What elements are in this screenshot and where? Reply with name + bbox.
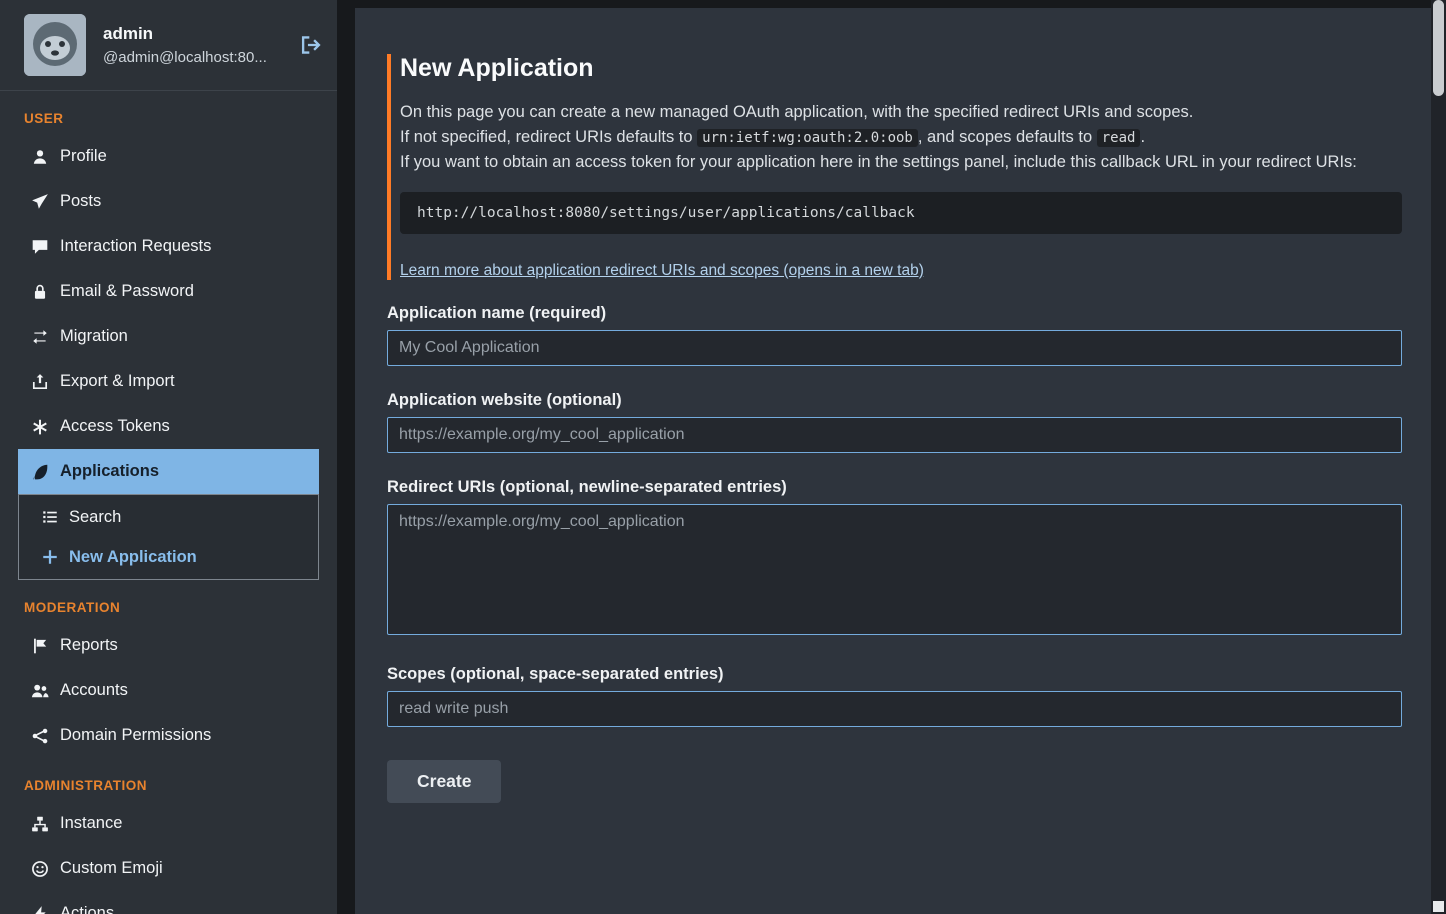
sidebar-item-instance[interactable]: Instance bbox=[18, 801, 319, 846]
asterisk-icon bbox=[30, 418, 50, 436]
sidebar-item-label: Domain Permissions bbox=[60, 726, 211, 745]
vertical-scrollbar[interactable] bbox=[1431, 0, 1446, 914]
flag-icon bbox=[30, 637, 50, 655]
form-group-scopes: Scopes (optional, space-separated entrie… bbox=[387, 665, 1402, 727]
scrollbar-thumb[interactable] bbox=[1433, 0, 1444, 96]
create-button[interactable]: Create bbox=[387, 760, 501, 803]
nav-user: Profile Posts Interaction Requests Email… bbox=[18, 134, 319, 494]
avatar bbox=[24, 14, 86, 76]
intro-line2-mid: , and scopes defaults to bbox=[918, 128, 1097, 146]
main-content: New Application On this page you can cre… bbox=[355, 8, 1431, 914]
comment-icon bbox=[30, 238, 50, 256]
sidebar-item-label: Reports bbox=[60, 636, 118, 655]
sidebar-item-new-application[interactable]: New Application bbox=[19, 537, 318, 577]
sidebar-item-label: Interaction Requests bbox=[60, 237, 211, 256]
section-title-administration: ADMINISTRATION bbox=[24, 778, 337, 793]
callback-url-code-block: http://localhost:8080/settings/user/appl… bbox=[400, 192, 1402, 234]
sidebar-item-domain-permissions[interactable]: Domain Permissions bbox=[18, 713, 319, 758]
form-group-website: Application website (optional) bbox=[387, 391, 1402, 453]
sidebar-gap bbox=[337, 0, 355, 914]
sidebar-item-label: Migration bbox=[60, 327, 128, 346]
sidebar-item-reports[interactable]: Reports bbox=[18, 623, 319, 668]
form-group-name: Application name (required) bbox=[387, 304, 1402, 366]
sidebar-item-label: Actions bbox=[60, 904, 114, 914]
transfer-arrows-icon bbox=[30, 328, 50, 346]
sidebar-item-label: Posts bbox=[60, 192, 101, 211]
sidebar-item-label: Export & Import bbox=[60, 372, 175, 391]
application-name-label: Application name (required) bbox=[387, 304, 1402, 323]
inline-code-oob: urn:ietf:wg:oauth:2.0:oob bbox=[697, 129, 918, 147]
section-title-moderation: MODERATION bbox=[24, 600, 337, 615]
nav-moderation: Reports Accounts Domain Permissions bbox=[18, 623, 319, 758]
user-card[interactable]: admin @admin@localhost:80... bbox=[0, 0, 337, 91]
intro-line2-post: . bbox=[1140, 128, 1145, 146]
application-name-input[interactable] bbox=[387, 330, 1402, 366]
sidebar: admin @admin@localhost:80... USER Profil… bbox=[0, 0, 337, 914]
section-title-user: USER bbox=[24, 111, 337, 126]
sidebar-item-migration[interactable]: Migration bbox=[18, 314, 319, 359]
application-website-input[interactable] bbox=[387, 417, 1402, 453]
applications-submenu: Search New Application bbox=[18, 494, 319, 580]
sidebar-item-label: Access Tokens bbox=[60, 417, 170, 436]
sidebar-item-access-tokens[interactable]: Access Tokens bbox=[18, 404, 319, 449]
user-icon bbox=[30, 148, 50, 166]
new-application-form: Application name (required) Application … bbox=[387, 304, 1402, 803]
share-nodes-icon bbox=[30, 727, 50, 745]
sidebar-item-profile[interactable]: Profile bbox=[18, 134, 319, 179]
inline-code-read: read bbox=[1097, 129, 1141, 147]
sidebar-item-applications[interactable]: Applications bbox=[18, 449, 319, 494]
sitemap-icon bbox=[30, 815, 50, 833]
lock-icon bbox=[30, 283, 50, 301]
sidebar-item-label: Applications bbox=[60, 462, 159, 481]
scrollbar-corner bbox=[1433, 901, 1444, 912]
sidebar-item-accounts[interactable]: Accounts bbox=[18, 668, 319, 713]
export-icon bbox=[30, 373, 50, 391]
redirect-uris-label: Redirect URIs (optional, newline-separat… bbox=[387, 478, 1402, 497]
intro-line2-pre: If not specified, redirect URIs defaults… bbox=[400, 128, 697, 146]
sidebar-item-email-password[interactable]: Email & Password bbox=[18, 269, 319, 314]
sidebar-item-custom-emoji[interactable]: Custom Emoji bbox=[18, 846, 319, 891]
page-title: New Application bbox=[400, 54, 1402, 83]
user-info: admin @admin@localhost:80... bbox=[103, 24, 267, 66]
smiley-icon bbox=[30, 860, 50, 878]
sidebar-item-label: Search bbox=[69, 508, 121, 527]
sidebar-item-label: New Application bbox=[69, 548, 197, 567]
scopes-input[interactable] bbox=[387, 691, 1402, 727]
intro-section: New Application On this page you can cre… bbox=[387, 54, 1402, 280]
sidebar-item-applications-search[interactable]: Search bbox=[19, 497, 318, 537]
paper-plane-icon bbox=[30, 193, 50, 211]
intro-line2: If not specified, redirect URIs defaults… bbox=[400, 125, 1402, 151]
sidebar-item-label: Instance bbox=[60, 814, 122, 833]
application-website-label: Application website (optional) bbox=[387, 391, 1402, 410]
user-handle: @admin@localhost:80... bbox=[103, 49, 267, 66]
feather-icon bbox=[30, 463, 50, 481]
users-icon bbox=[30, 682, 50, 700]
sidebar-item-label: Email & Password bbox=[60, 282, 194, 301]
sidebar-item-posts[interactable]: Posts bbox=[18, 179, 319, 224]
bolt-icon bbox=[30, 905, 50, 914]
sidebar-item-actions[interactable]: Actions bbox=[18, 891, 319, 914]
logout-icon[interactable] bbox=[299, 34, 321, 56]
learn-more-link[interactable]: Learn more about application redirect UR… bbox=[400, 262, 924, 280]
sidebar-item-label: Custom Emoji bbox=[60, 859, 163, 878]
nav-administration: Instance Custom Emoji Actions bbox=[18, 801, 319, 914]
user-name: admin bbox=[103, 24, 267, 44]
plus-icon bbox=[41, 548, 59, 566]
intro-line3: If you want to obtain an access token fo… bbox=[400, 150, 1402, 175]
sidebar-item-label: Accounts bbox=[60, 681, 128, 700]
scopes-label: Scopes (optional, space-separated entrie… bbox=[387, 665, 1402, 684]
sidebar-item-export-import[interactable]: Export & Import bbox=[18, 359, 319, 404]
form-group-redirect-uris: Redirect URIs (optional, newline-separat… bbox=[387, 478, 1402, 640]
intro-line1: On this page you can create a new manage… bbox=[400, 100, 1402, 125]
list-icon bbox=[41, 508, 59, 526]
sidebar-item-interaction-requests[interactable]: Interaction Requests bbox=[18, 224, 319, 269]
redirect-uris-textarea[interactable] bbox=[387, 504, 1402, 635]
sidebar-item-label: Profile bbox=[60, 147, 107, 166]
